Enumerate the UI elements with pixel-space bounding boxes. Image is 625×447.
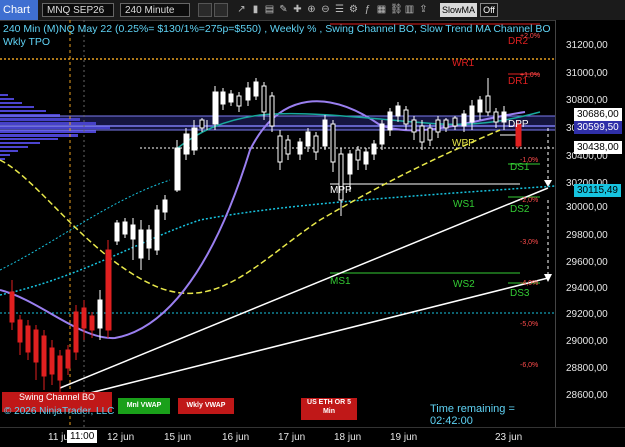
price-tick: 29000,00 [566,336,608,347]
time-tick: 12 jun [107,432,135,443]
pct-minus-5: -5,0% [520,321,539,328]
header-line-2: Wkly TPO [3,36,51,48]
time-tick: 18 jun [334,432,362,443]
pct-plus-2: +2,0% [520,33,541,40]
price-tick: 29400,00 [566,283,608,294]
slowma-button[interactable]: SlowMA [440,3,477,17]
price-tick: 31000,00 [566,68,608,79]
chart-tab[interactable]: Chart [0,0,38,20]
toolbar-button-2[interactable] [214,3,228,17]
mnl-vwap-box: Mnl VWAP [118,398,170,414]
level-ds3: DS3 [510,288,530,299]
pct-minus-6: -6,0% [520,362,539,369]
time-axis[interactable]: 11 jun 11:00 12 jun 15 jun 16 jun 17 jun… [0,427,625,447]
price-tick: 30800,00 [566,95,608,106]
pct-minus-3: -3,0% [520,239,539,246]
time-cursor-label: 11:00 [67,430,98,443]
level-ws1: WS1 [453,199,475,210]
price-tick: 28800,00 [566,363,608,374]
price-tick: 31200,00 [566,40,608,51]
swing-channel-label: Swing Channel BO [18,392,96,402]
drawing-tool-icon[interactable]: ↗ [236,3,247,16]
time-tick: 16 jun [222,432,250,443]
time-remaining: Time remaining = 02:42:00 [430,403,515,427]
interval-selector[interactable]: 240 Minute [120,3,190,17]
price-axis[interactable]: 31200,00 31000,00 30800,00 30600,00 3040… [555,20,625,427]
level-mpp: MPP [330,185,352,196]
wkly-vwap-box: Wkly VWAP [178,398,234,414]
level-wpp: WPP [452,138,475,149]
level-dpp: DPP [508,119,529,130]
level-wr1: WR1 [452,58,475,69]
time-tick: 17 jun [278,432,306,443]
chart-style-icon[interactable]: ▤ [264,3,275,16]
time-tick: 15 jun [164,432,192,443]
share-icon[interactable]: ⇪ [418,3,429,16]
level-ws2: WS2 [453,279,475,290]
header-line-1: 240 Min (M)NQ May 22 (0.25%= $130/1%=275… [3,23,551,35]
price-label-last: 30686,00 [574,108,622,121]
chart-panel[interactable]: 240 Min (M)NQ May 22 (0.25%= $130/1%=275… [0,20,555,427]
copyright-text: © 2026 NinjaTrader, LLC [4,406,115,417]
pencil-icon[interactable]: ✎ [278,3,289,16]
price-tick: 28600,00 [566,390,608,401]
pct-minus-2: -2,0% [520,197,539,204]
strategy-icon[interactable]: ⚙ [348,3,359,16]
price-tick: 29200,00 [566,309,608,320]
price-label-vwap: 30115,49 [574,184,621,197]
pct-minus-4: -4,0% [520,280,539,287]
level-ms1: MS1 [330,276,351,287]
toolbar-button-1[interactable] [198,3,212,17]
price-label-poc: 30599,50 [574,121,622,134]
chart-canvas [0,20,555,427]
time-tick: 23 jun [495,432,523,443]
price-tick: 29600,00 [566,257,608,268]
pct-plus-1: +1,0% [520,72,541,79]
bars-icon[interactable]: ▮ [250,3,261,16]
pct-minus-1: -1,0% [520,157,539,164]
chart-toolbar: Chart MNQ SEP26 240 Minute ↗ ▮ ▤ ✎ ✚ ⊕ ⊖… [0,0,625,21]
us-eth-or-box: US ETH OR 5 Min [301,398,357,420]
time-tick: 19 jun [390,432,418,443]
properties-icon[interactable]: ☰ [334,3,345,16]
template-icon[interactable]: ▦ [376,3,387,16]
price-tick: 30000,00 [566,202,608,213]
grid-icon[interactable]: ▥ [404,3,415,16]
level-ds2: DS2 [510,204,530,215]
indicator-icon[interactable]: ƒ [362,3,373,16]
chart-header: 240 Min (M)NQ May 22 (0.25%= $130/1%=275… [3,23,555,49]
zoom-out-icon[interactable]: ⊖ [320,3,331,16]
link-icon[interactable]: ⛓ [390,3,403,16]
off-toggle[interactable]: Off [480,3,498,17]
price-tick: 29800,00 [566,230,608,241]
zoom-in-icon[interactable]: ⊕ [306,3,317,16]
price-label-level: 30438,00 [574,141,622,154]
crosshair-icon[interactable]: ✚ [292,3,303,16]
instrument-selector[interactable]: MNQ SEP26 [42,3,114,17]
